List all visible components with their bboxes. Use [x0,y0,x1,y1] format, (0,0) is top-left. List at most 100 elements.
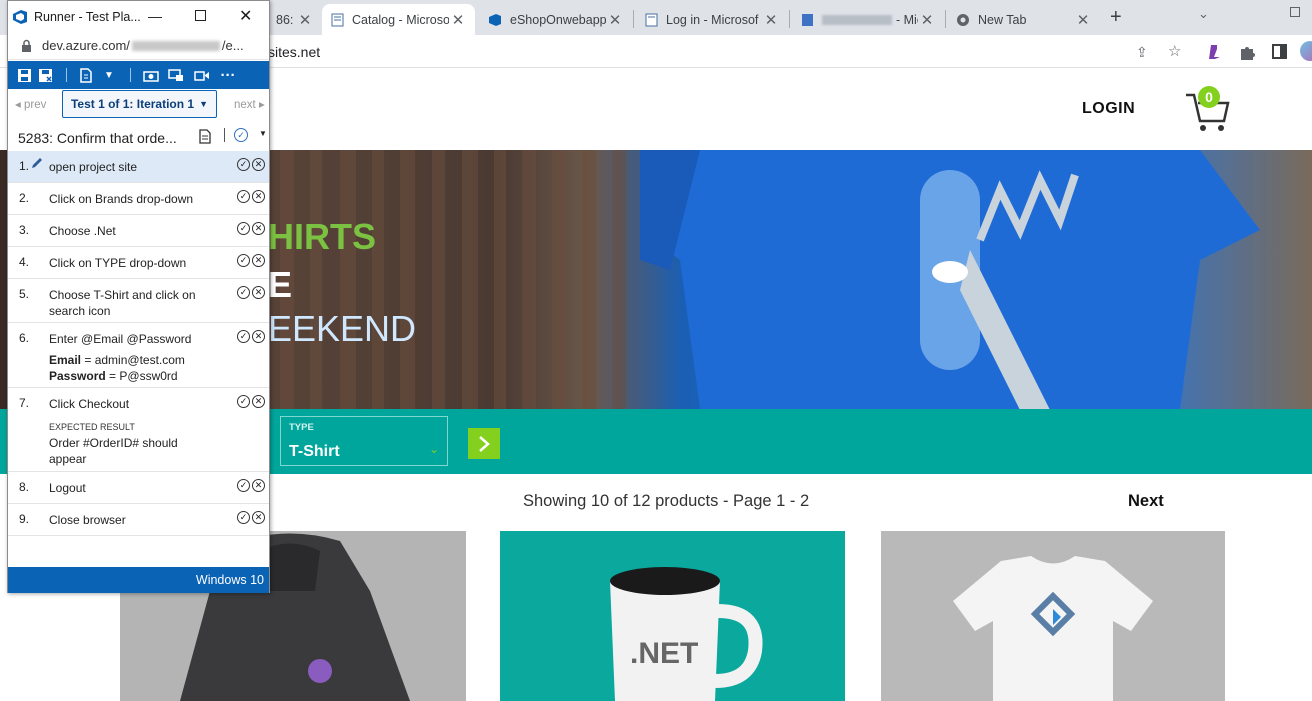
tab-partial[interactable]: 86: ✕ [268,4,322,35]
step-row[interactable]: 3. Choose .Net ✓ ✕ [8,215,269,247]
save-close-icon[interactable] [35,61,57,89]
bug-report-icon[interactable] [76,61,96,89]
step-text: Click on Brands drop-down [49,192,194,206]
chevron-down-icon: ⌄ [429,442,440,456]
fail-step-icon[interactable]: ✕ [252,158,265,171]
chevron-down-icon[interactable]: ⌄ [1198,6,1209,22]
chrome-icon [956,13,970,27]
fail-step-icon[interactable]: ✕ [252,395,265,408]
address-bar[interactable]: sites.net ⇪ ☆ [250,38,1312,66]
camera-icon[interactable] [139,61,163,89]
extension-icon[interactable] [1205,43,1223,61]
share-icon[interactable]: ⇪ [1136,38,1148,66]
step-number: 5. [19,287,30,301]
screen-capture-icon[interactable] [163,61,189,89]
cart-icon[interactable]: 0 [1184,86,1232,133]
close-icon[interactable]: ✕ [449,11,467,29]
new-tab-icon[interactable]: + [1110,6,1122,29]
close-icon[interactable]: ✕ [296,11,314,29]
tab-catalog[interactable]: Catalog - Microso ✕ [322,4,475,35]
fail-step-icon[interactable]: ✕ [252,479,265,492]
step-text: Click on TYPE drop-down [49,256,187,270]
bookmark-star-icon[interactable]: ☆ [1168,38,1181,66]
close-icon[interactable]: ✕ [1074,11,1092,29]
pass-step-icon[interactable]: ✓ [237,190,250,203]
step-number: 4. [19,255,30,269]
save-icon[interactable] [13,61,35,89]
lock-icon [21,39,32,53]
fail-step-icon[interactable]: ✕ [252,190,265,203]
pass-step-icon[interactable]: ✓ [237,286,250,299]
caret-down-icon[interactable]: ▼ [96,61,122,89]
expected-result-label: EXPECTED RESULT [49,422,135,432]
prev-button[interactable]: ◂ prev [15,97,46,111]
fail-step-icon[interactable]: ✕ [252,511,265,524]
step-row[interactable]: 4. Click on TYPE drop-down ✓ ✕ [8,247,269,279]
fail-step-icon[interactable]: ✕ [252,254,265,267]
hero-line-3: EEKEND [268,308,417,349]
next-button[interactable]: next ▸ [234,97,265,111]
pass-step-icon[interactable]: ✓ [237,395,250,408]
step-row[interactable]: 5. Choose T-Shirt and click on search ic… [8,279,269,323]
tab-label: eShopOnwebapp [510,12,606,27]
pass-step-icon[interactable]: ✓ [237,222,250,235]
minimize-icon[interactable]: — [148,8,162,24]
sidepanel-icon[interactable] [1272,44,1287,59]
step-row[interactable]: 1. open project site ✓ ✕ [8,151,269,183]
caret-down-icon: ▼ [199,99,209,109]
video-icon[interactable] [189,61,215,89]
azure-devops-icon [12,9,28,25]
step-row[interactable]: 7. Click Checkout EXPECTED RESULT Order … [8,388,269,472]
product-tshirt[interactable] [881,531,1225,701]
pencil-icon[interactable] [30,157,43,173]
description-icon[interactable] [199,129,211,149]
step-row[interactable]: 2. Click on Brands drop-down ✓ ✕ [8,183,269,215]
product-mug[interactable]: .NET [500,531,845,701]
runner-toolbar: ▼ ··· [8,61,269,89]
close-icon[interactable]: ✕ [918,11,936,29]
runner-titlebar: Runner - Test Pla... — ✕ [8,1,269,32]
caret-down-icon[interactable]: ▼ [259,129,267,138]
maximize-icon[interactable] [195,10,206,21]
step-row[interactable]: 6. Enter @Email @Password Email = admin@… [8,323,269,388]
page-icon [644,13,658,27]
puzzle-icon[interactable] [1238,43,1256,61]
step-row[interactable]: 8. Logout ✓ ✕ [8,472,269,504]
step-row[interactable]: 9. Close browser ✓ ✕ [8,504,269,536]
tab-label: Log in - Microsof [666,12,759,27]
next-page-link[interactable]: Next [1128,492,1164,511]
pass-step-icon[interactable]: ✓ [237,254,250,267]
tab-label: New Tab [978,12,1027,27]
restore-icon[interactable] [1290,7,1300,17]
close-icon[interactable]: ✕ [239,6,252,26]
fail-step-icon[interactable]: ✕ [252,222,265,235]
close-icon[interactable]: ✕ [762,11,780,29]
fail-step-icon[interactable]: ✕ [252,286,265,299]
iteration-nav: ◂ prev Test 1 of 1: Iteration 1 ▼ next ▸ [8,89,269,121]
pass-step-icon[interactable]: ✓ [237,511,250,524]
pass-step-icon[interactable]: ✓ [237,479,250,492]
tab-label: Catalog - Microso [352,12,449,27]
runner-url: dev.azure.com/ [42,38,130,53]
pass-test-icon[interactable]: ✓ [234,128,248,142]
iteration-dropdown[interactable]: Test 1 of 1: Iteration 1 ▼ [62,90,217,118]
tab-login[interactable]: Log in - Microsof ✕ [636,4,788,35]
close-icon[interactable]: ✕ [606,11,624,29]
step-number: 9. [19,512,30,526]
pass-step-icon[interactable]: ✓ [237,330,250,343]
blurred-text [822,14,892,25]
search-go-button[interactable] [468,428,500,459]
password-param-value: = P@ssw0rd [109,369,178,383]
pass-step-icon[interactable]: ✓ [237,158,250,171]
type-select[interactable]: TYPE T-Shirt ⌄ [280,416,448,466]
hero-line-2: E [268,264,293,305]
tab-eshop[interactable]: eShopOnwebapp ✕ [480,4,632,35]
fail-step-icon[interactable]: ✕ [252,330,265,343]
more-icon[interactable]: ··· [215,61,241,89]
tab-blurred[interactable]: - Mic ✕ [792,4,944,35]
tab-newtab[interactable]: New Tab ✕ [948,4,1100,35]
tab-label: - Mic [896,12,918,27]
login-link[interactable]: LOGIN [1082,100,1135,118]
hero-line-1: HIRTS [268,216,376,257]
pagination-summary: Showing 10 of 12 products - Page 1 - 2 [523,492,810,510]
